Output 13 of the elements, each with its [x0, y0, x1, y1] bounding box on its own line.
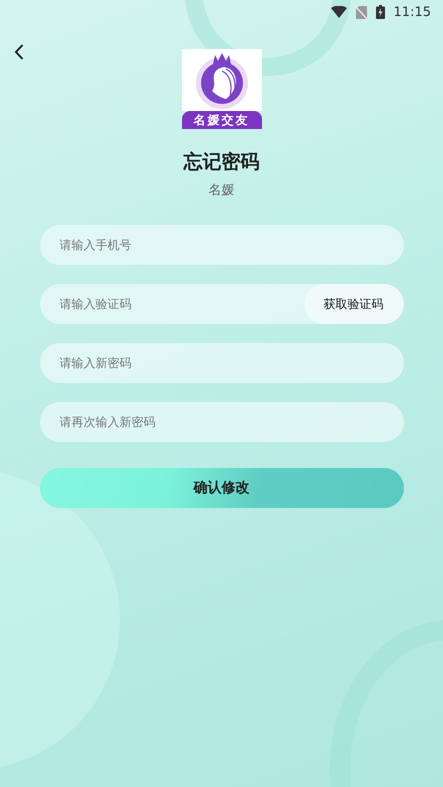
no-sim-icon: [356, 6, 367, 18]
input-field[interactable]: 请输入新密码: [40, 343, 404, 383]
page-subtitle: 名媛: [208, 182, 234, 199]
confirm-button[interactable]: 确认修改: [40, 468, 404, 508]
status-time: 11:15: [394, 4, 431, 20]
page-title: 忘记密码: [184, 150, 260, 175]
battery-charging-icon: [376, 5, 385, 19]
input-field[interactable]: 请再次输入新密码: [40, 402, 404, 442]
wifi-icon: [330, 6, 347, 18]
back-icon[interactable]: [14, 44, 24, 60]
logo-caption: 名媛交友: [182, 111, 262, 129]
input-field[interactable]: 请输入手机号: [40, 225, 404, 265]
get-code-button[interactable]: 获取验证码: [304, 284, 404, 324]
